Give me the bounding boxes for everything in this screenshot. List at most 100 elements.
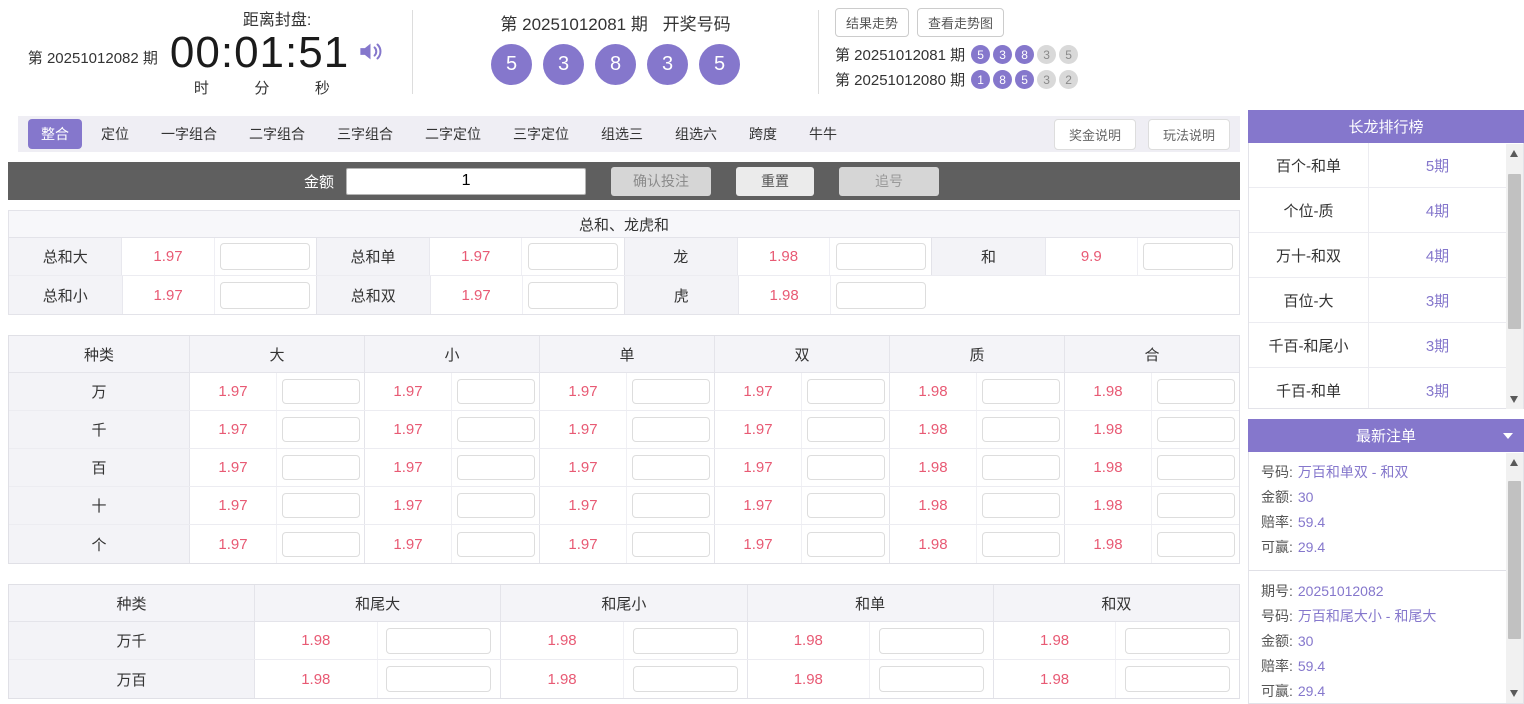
bet-odds: 1.98	[890, 487, 977, 524]
dragon-row[interactable]: 千百-和尾小 3期	[1249, 323, 1506, 368]
bet-amount-input[interactable]	[1125, 666, 1231, 692]
tab-item[interactable]: 定位	[88, 119, 142, 149]
tab-item[interactable]: 一字组合	[148, 119, 230, 149]
dragon-row[interactable]: 万十-和双 4期	[1249, 233, 1506, 278]
bet-option-label: 总和单	[316, 238, 431, 275]
scrollbar-thumb[interactable]	[1508, 174, 1521, 329]
scroll-down-icon[interactable]	[1510, 690, 1518, 697]
bet-amount-input[interactable]	[1143, 243, 1234, 270]
bet-amount-input[interactable]	[981, 417, 1060, 442]
trend-button[interactable]: 查看走势图	[917, 8, 1005, 37]
bet-amount-input[interactable]	[806, 531, 885, 557]
bet-amount-input[interactable]	[456, 455, 535, 480]
tab-item[interactable]: 二字组合	[236, 119, 318, 149]
bet-amount-input[interactable]	[1156, 493, 1235, 518]
bet-amount-input[interactable]	[456, 531, 535, 557]
bet-amount-input[interactable]	[1156, 531, 1235, 557]
bet-amount-input[interactable]	[631, 493, 710, 518]
help-button[interactable]: 玩法说明	[1147, 118, 1230, 150]
bet-amount-input[interactable]	[878, 627, 984, 654]
order-field-value: 万百和尾大小 - 和尾大	[1297, 608, 1437, 624]
reset-button[interactable]: 重置	[736, 166, 815, 196]
bet-cell: 1.97	[539, 411, 714, 448]
bet-cell: 1.97	[189, 525, 364, 563]
bet-amount-input[interactable]	[386, 666, 492, 692]
order-field-value: 万百和单双 - 和双	[1297, 464, 1409, 480]
dragon-row[interactable]: 百个-和单 5期	[1249, 143, 1506, 188]
bet-input-cell	[277, 487, 364, 524]
bet-amount-input[interactable]	[631, 455, 710, 480]
bet-odds: 1.97	[431, 276, 523, 314]
scroll-down-icon[interactable]	[1510, 396, 1518, 403]
bet-amount-input[interactable]	[981, 455, 1060, 480]
amount-input[interactable]	[346, 167, 587, 195]
bet-amount-input[interactable]	[806, 379, 885, 404]
trend-button[interactable]: 结果走势	[835, 8, 910, 37]
tab-item[interactable]: 组选三	[588, 119, 656, 149]
dragon-row[interactable]: 百位-大 3期	[1249, 278, 1506, 323]
bet-amount-input[interactable]	[386, 627, 492, 654]
bet-amount-input[interactable]	[981, 493, 1060, 518]
bet-amount-input[interactable]	[456, 379, 535, 404]
bet-amount-input[interactable]	[806, 493, 885, 518]
bet-amount-input[interactable]	[981, 379, 1060, 404]
bet-input-cell	[452, 449, 539, 486]
bet-odds: 1.98	[1065, 449, 1152, 486]
chase-number-button[interactable]: 追号	[839, 166, 940, 196]
tab-item[interactable]: 三字定位	[500, 119, 582, 149]
orders-scrollbar[interactable]	[1506, 453, 1523, 703]
bet-amount-input[interactable]	[281, 493, 360, 518]
scrollbar-thumb[interactable]	[1508, 481, 1521, 639]
bet-amount-input[interactable]	[281, 417, 360, 442]
bet-amount-input[interactable]	[836, 281, 927, 309]
scroll-up-icon[interactable]	[1510, 459, 1518, 466]
dragon-count: 5期	[1425, 157, 1450, 175]
dragon-row[interactable]: 千百-和单 3期	[1249, 368, 1506, 408]
order-entry: 期号: 20251012082 号码: 万百和尾大小 - 和尾大 金额: 30 赔率: 59.…	[1249, 571, 1506, 703]
bet-amount-input[interactable]	[1156, 455, 1235, 480]
bet-amount-input[interactable]	[632, 627, 738, 654]
bet-amount-input[interactable]	[456, 417, 535, 442]
history-issue: 第 20251012081 期	[835, 47, 966, 64]
bet-amount-input[interactable]	[1156, 379, 1235, 404]
bet-amount-input[interactable]	[281, 531, 360, 557]
bet-amount-input[interactable]	[631, 379, 710, 404]
dragon-scrollbar[interactable]	[1506, 144, 1523, 409]
tab-item[interactable]: 牛牛	[796, 119, 850, 149]
bet-amount-input[interactable]	[631, 531, 710, 557]
bet-input-cell	[627, 373, 714, 410]
bet-amount-input[interactable]	[806, 455, 885, 480]
help-button[interactable]: 奖金说明	[1053, 118, 1136, 150]
bet-amount-input[interactable]	[220, 281, 311, 309]
bet-amount-input[interactable]	[220, 243, 311, 270]
confirm-bet-button[interactable]: 确认投注	[611, 166, 712, 196]
chevron-down-icon[interactable]	[1503, 433, 1513, 439]
bet-amount-input[interactable]	[456, 493, 535, 518]
bet-amount-input[interactable]	[981, 531, 1060, 557]
bet-amount-input[interactable]	[281, 455, 360, 480]
tab-item[interactable]: 跨度	[736, 119, 790, 149]
bet-amount-input[interactable]	[878, 666, 984, 692]
bet-amount-input[interactable]	[806, 417, 885, 442]
bet-amount-input[interactable]	[632, 666, 738, 692]
order-field-label: 金额:	[1261, 489, 1293, 505]
bet-input-cell	[977, 525, 1064, 563]
bet-amount-input[interactable]	[1156, 417, 1235, 442]
tab-item[interactable]: 组选六	[662, 119, 730, 149]
tab-item[interactable]: 整合	[28, 119, 82, 149]
bet-amount-input[interactable]	[528, 281, 619, 309]
bet-amount-input[interactable]	[835, 243, 926, 270]
dragon-name: 万十-和双	[1249, 233, 1369, 277]
history-row: 第 20251012080 期 18532	[835, 69, 1524, 90]
tab-item[interactable]: 三字组合	[324, 119, 406, 149]
bet-amount-input[interactable]	[631, 417, 710, 442]
bet-amount-input[interactable]	[527, 243, 618, 270]
speaker-icon[interactable]	[357, 38, 384, 70]
bet-amount-input[interactable]	[281, 379, 360, 404]
history-ball: 2	[1059, 70, 1079, 89]
scroll-up-icon[interactable]	[1510, 150, 1518, 157]
tab-item[interactable]: 二字定位	[412, 119, 494, 149]
bet-amount-input[interactable]	[1125, 627, 1231, 654]
column-header: 双	[714, 336, 889, 372]
dragon-row[interactable]: 个位-质 4期	[1249, 188, 1506, 233]
